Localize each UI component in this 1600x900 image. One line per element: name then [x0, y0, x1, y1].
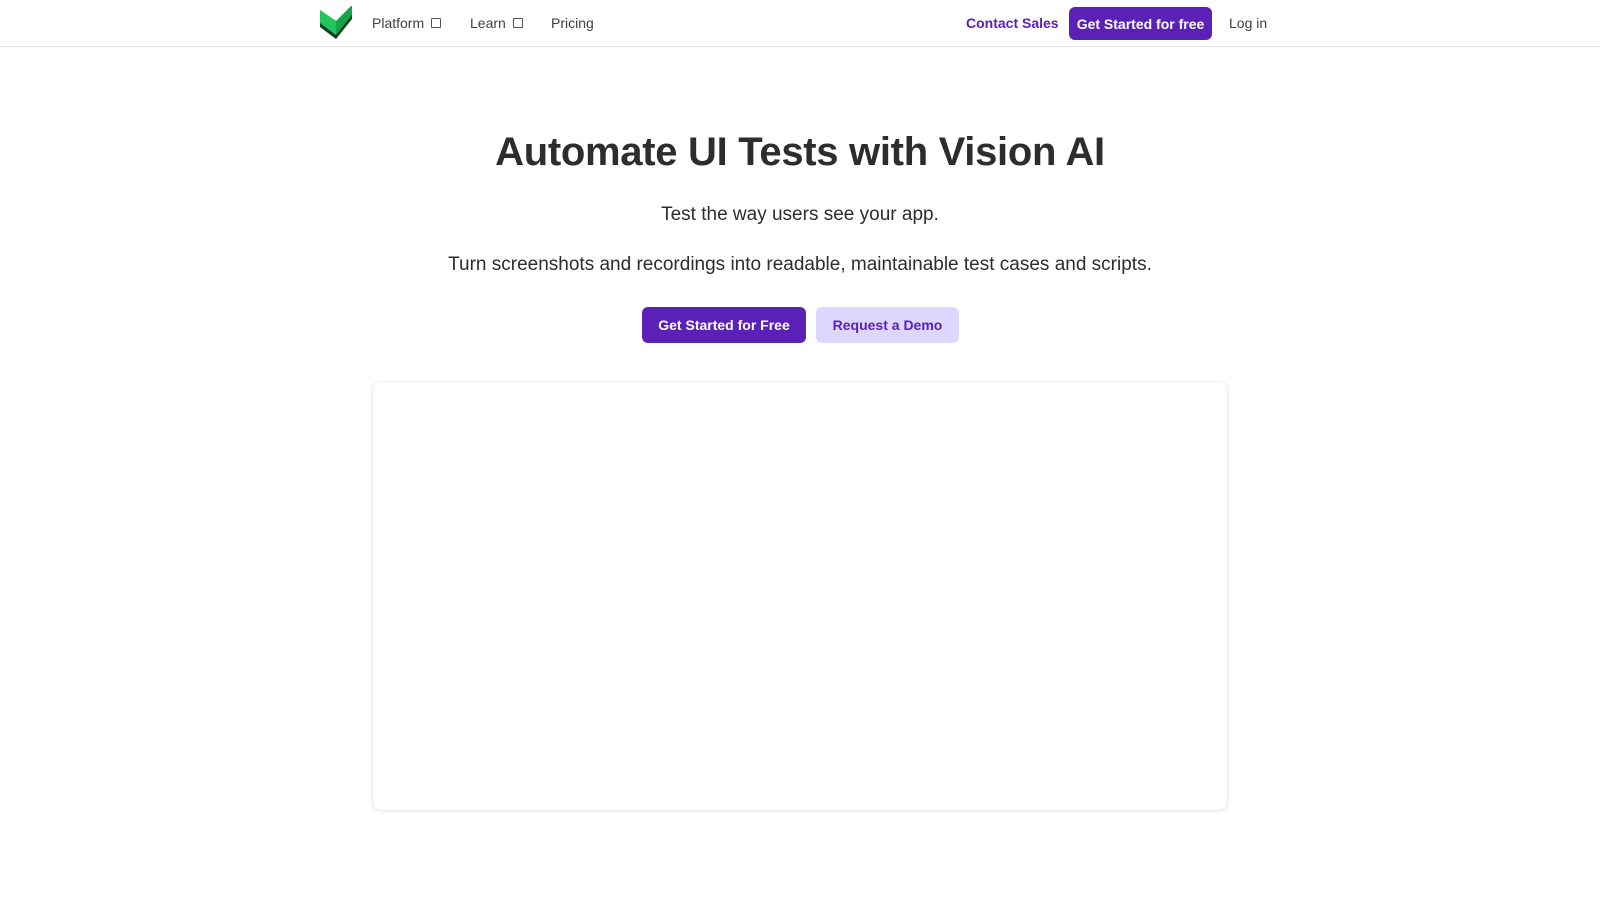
hero-title: Automate UI Tests with Vision AI [495, 130, 1105, 174]
brand-logo-icon[interactable] [319, 6, 353, 40]
request-demo-button[interactable]: Request a Demo [816, 307, 959, 343]
nav-platform[interactable]: Platform [372, 0, 442, 46]
chevron-down-icon [431, 18, 442, 28]
contact-sales-link[interactable]: Contact Sales [966, 0, 1059, 46]
nav-learn-label: Learn [470, 15, 506, 31]
nav-platform-label: Platform [372, 15, 425, 31]
hero-description: Turn screenshots and recordings into rea… [448, 254, 1152, 275]
nav-pricing-label: Pricing [551, 15, 594, 31]
nav-learn[interactable]: Learn [470, 0, 523, 46]
top-navbar: Platform Learn Pricing Contact Sales Get… [0, 0, 1600, 47]
login-link[interactable]: Log in [1229, 0, 1267, 46]
product-demo-frame [373, 382, 1227, 810]
nav-pricing[interactable]: Pricing [551, 0, 594, 46]
hero-subtitle: Test the way users see your app. [661, 204, 939, 225]
get-started-free-button[interactable]: Get Started for Free [642, 307, 806, 343]
chevron-down-icon [512, 18, 523, 28]
nav-get-started-button[interactable]: Get Started for free [1069, 7, 1212, 40]
